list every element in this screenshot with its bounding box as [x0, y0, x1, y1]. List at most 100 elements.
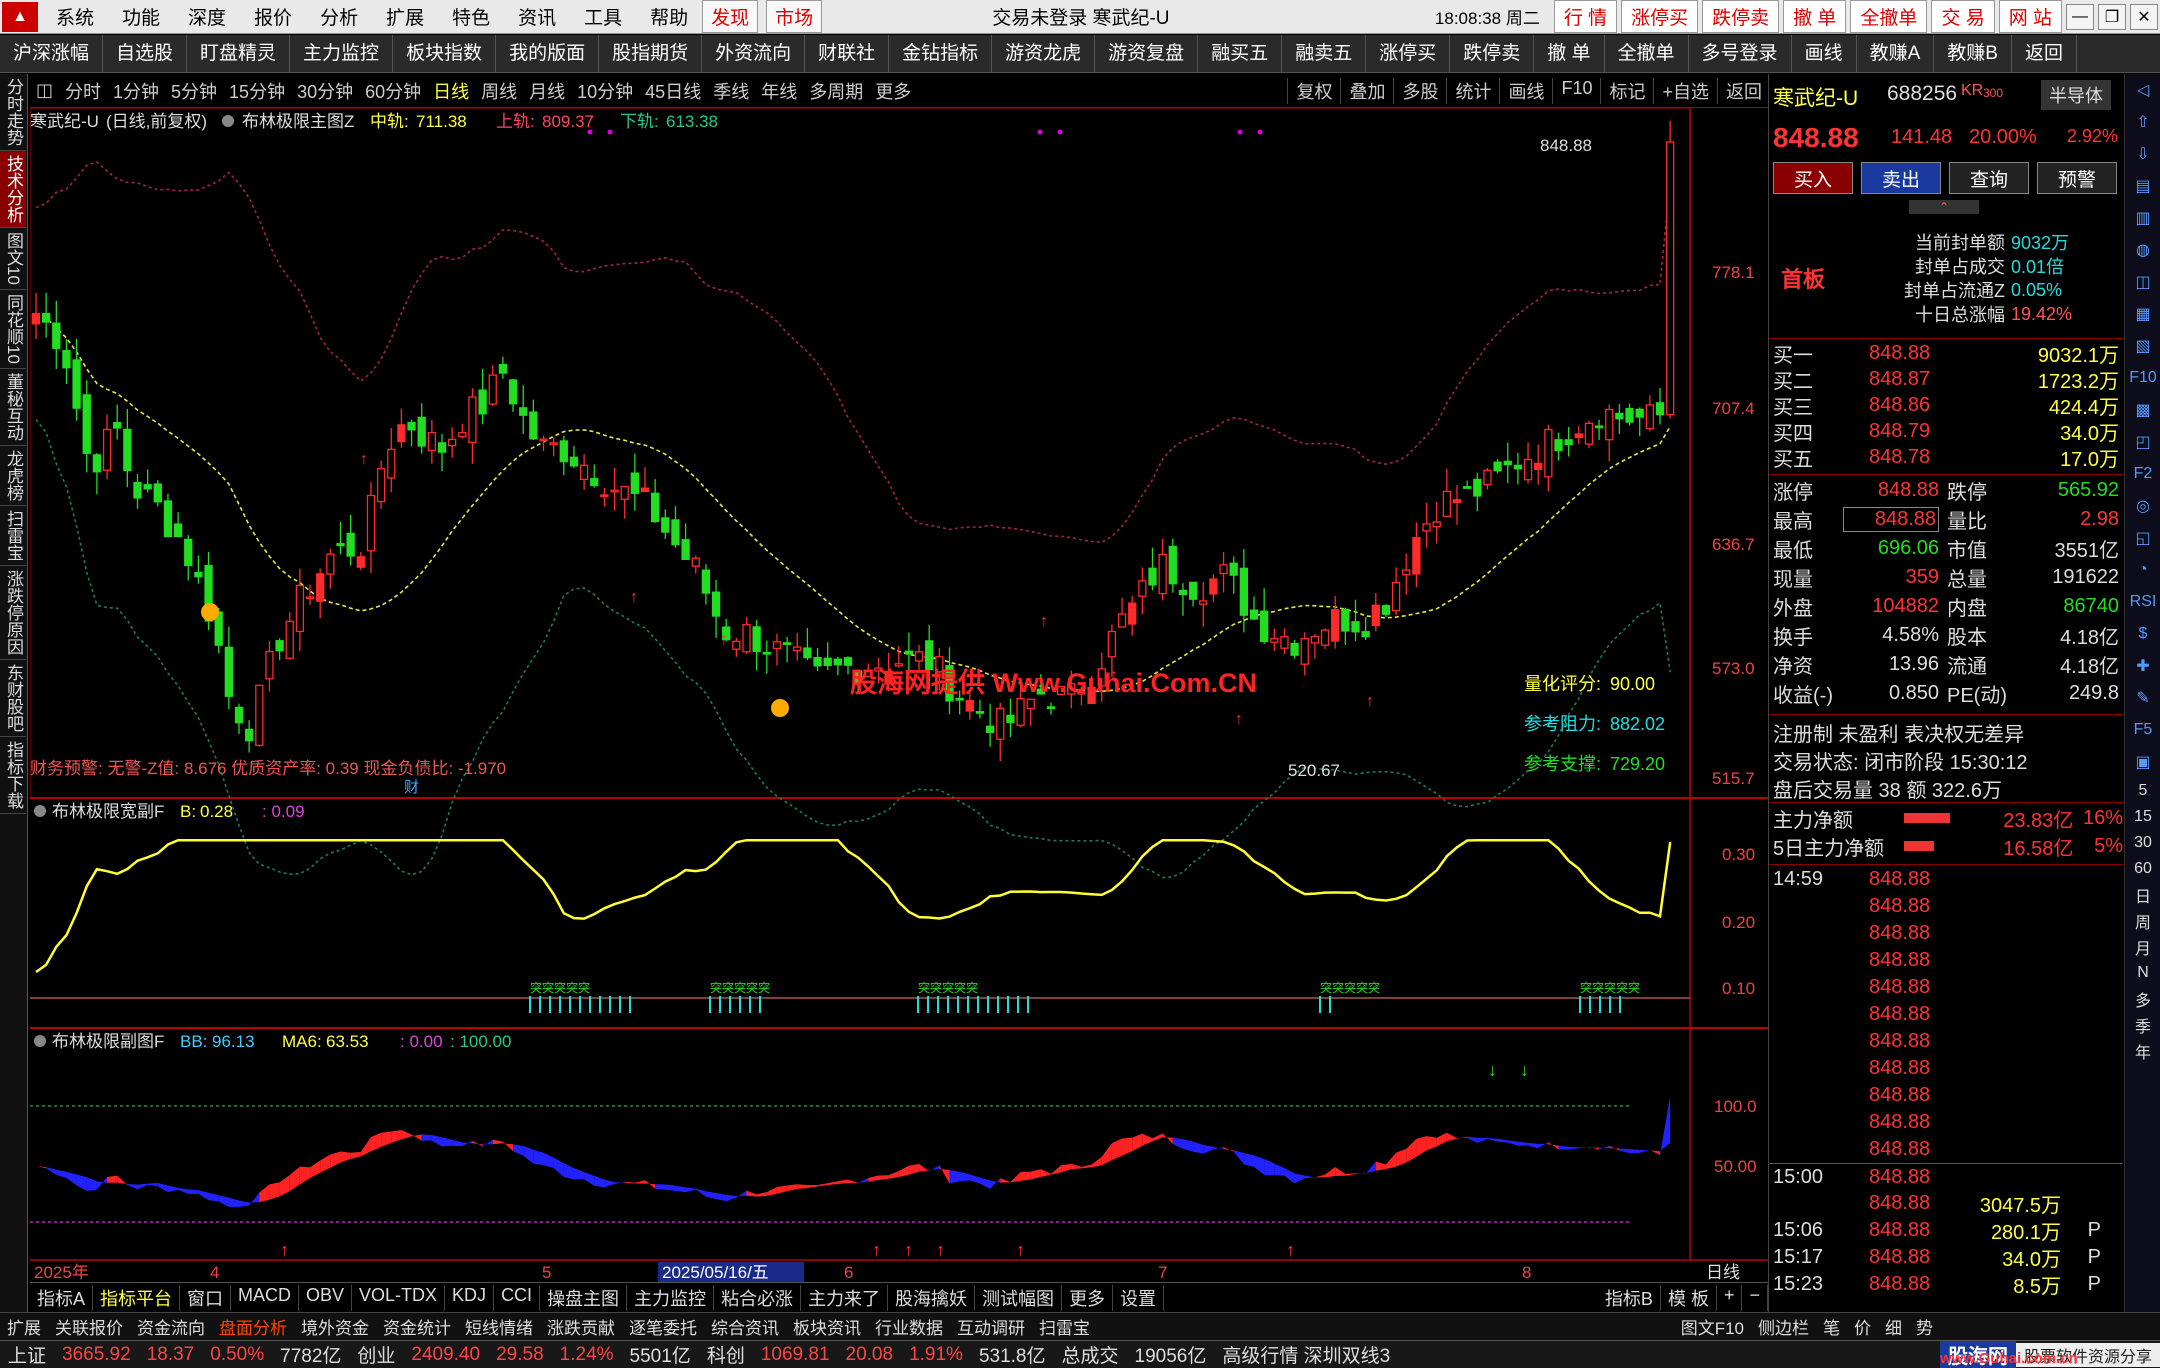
period-shortcut[interactable]: N	[2125, 960, 2160, 986]
discover-button[interactable]: 发现	[702, 0, 759, 33]
toolbar-button[interactable]: 涨停买	[1366, 35, 1451, 72]
period-shortcut[interactable]: 月	[2125, 934, 2160, 960]
period-shortcut[interactable]: 季	[2125, 1012, 2160, 1038]
toolbar-button[interactable]: 财联社	[805, 35, 890, 72]
period-tool-button[interactable]: 多股	[1393, 77, 1446, 104]
minimize-icon[interactable]: —	[2066, 3, 2094, 30]
period-tool-button[interactable]: 叠加	[1340, 77, 1393, 104]
link-item[interactable]: 盘面分析	[212, 1314, 294, 1339]
sidebar-tab[interactable]: 分时走势	[0, 74, 26, 151]
period-tab[interactable]: 5分钟	[165, 78, 223, 104]
menu-tools[interactable]: 工具	[570, 3, 636, 30]
toolbar-button[interactable]: 盯盘精灵	[187, 35, 291, 72]
chart-area[interactable]: ↑ ↑ ↑ ↑ ↑ ↑ ↑ 突突突突突 突突突突突 突突突突突 突突突突突 突突突突突 ↓ ↓ ↑ ↑ ↑ ↑…	[30, 108, 1768, 1282]
indicator-tab[interactable]: VOL-TDX	[352, 1284, 446, 1311]
indicator-tab[interactable]: 设置	[1113, 1284, 1165, 1311]
tool-icon[interactable]: ▦	[2125, 298, 2160, 330]
tool-icon[interactable]: $	[2125, 618, 2160, 650]
tool-icon[interactable]: F5	[2125, 714, 2160, 746]
limit-up-buy-button[interactable]: 涨停买	[1621, 0, 1699, 33]
period-tab[interactable]: 60分钟	[359, 78, 427, 104]
toolbar-button[interactable]: 融卖五	[1282, 35, 1367, 72]
link-item[interactable]: 板块资讯	[786, 1314, 868, 1339]
sidebar-tab[interactable]: 同花顺10	[0, 290, 26, 369]
collapse-icon[interactable]: ⌃	[1909, 200, 1979, 214]
sidebar-tab[interactable]: 技术分析	[0, 151, 26, 228]
period-tab[interactable]: 日线	[427, 78, 475, 104]
trade-button[interactable]: 交 易	[1931, 0, 1995, 33]
close-icon[interactable]: ✕	[2130, 3, 2158, 30]
sub1-toggle-icon[interactable]	[34, 805, 46, 817]
sector-badge[interactable]: 半导体	[2041, 80, 2111, 110]
indicator-tab[interactable]: 股海擒妖	[888, 1284, 976, 1311]
tool-icon[interactable]: ▤	[2125, 170, 2160, 202]
tool-icon[interactable]: ◔	[2125, 554, 2160, 586]
period-tab[interactable]: 30分钟	[291, 78, 359, 104]
tool-icon[interactable]: ✚	[2125, 650, 2160, 682]
sidebar-tab[interactable]: 东财股吧	[0, 660, 26, 737]
period-tab[interactable]: 更多	[869, 78, 917, 104]
link-item[interactable]: 扫雷宝	[1032, 1314, 1097, 1339]
period-tool-button[interactable]: +自选	[1653, 77, 1717, 104]
period-tool-button[interactable]: F10	[1552, 77, 1600, 104]
link-item[interactable]: 境外资金	[294, 1314, 376, 1339]
period-shortcut[interactable]: 5	[2125, 778, 2160, 804]
indicator-tab[interactable]: 指标平台	[93, 1284, 181, 1311]
period-tab[interactable]: 月线	[523, 78, 571, 104]
link-tool[interactable]: 价	[1847, 1314, 1878, 1339]
period-tab[interactable]: 1分钟	[107, 78, 165, 104]
indicator-tool-button[interactable]: −	[1742, 1284, 1768, 1311]
tool-icon[interactable]: ◫	[2125, 266, 2160, 298]
period-tool-button[interactable]: 复权	[1287, 77, 1340, 104]
menu-feature[interactable]: 特色	[438, 3, 504, 30]
link-item[interactable]: 扩展	[0, 1314, 48, 1339]
sidebar-tab[interactable]: 涨跌停原因	[0, 566, 26, 660]
menu-function[interactable]: 功能	[108, 3, 174, 30]
toolbar-button[interactable]: 主力监控	[290, 35, 394, 72]
menu-system[interactable]: 系统	[42, 3, 108, 30]
chart-toggle-icon[interactable]: ◫	[30, 80, 59, 101]
toolbar-button[interactable]: 自选股	[103, 35, 188, 72]
link-tool[interactable]: 细	[1878, 1314, 1909, 1339]
indicator-tab[interactable]: 主力监控	[627, 1284, 715, 1311]
sidebar-tab[interactable]: 董秘互动	[0, 369, 26, 446]
indicator-tab[interactable]: CCI	[494, 1284, 541, 1311]
tool-icon[interactable]: ⇧	[2125, 106, 2160, 138]
tool-icon[interactable]: ◱	[2125, 522, 2160, 554]
menu-depth[interactable]: 深度	[174, 3, 240, 30]
toolbar-button[interactable]: 游资龙虎	[992, 35, 1096, 72]
period-tool-button[interactable]: 返回	[1717, 77, 1770, 104]
period-tool-button[interactable]: 统计	[1446, 77, 1499, 104]
indicator-tab[interactable]: 窗口	[180, 1284, 232, 1311]
link-item[interactable]: 行业数据	[868, 1314, 950, 1339]
toolbar-button[interactable]: 融买五	[1198, 35, 1283, 72]
indicator-tab[interactable]: 指标A	[30, 1284, 94, 1311]
period-shortcut[interactable]: 30	[2125, 830, 2160, 856]
indicator-tool-button[interactable]: 指标B	[1598, 1284, 1661, 1311]
link-item[interactable]: 综合资讯	[704, 1314, 786, 1339]
sidebar-tab[interactable]: 图文10	[0, 228, 26, 290]
toolbar-button[interactable]: 画线	[1792, 35, 1857, 72]
period-tab[interactable]: 分时	[59, 78, 107, 104]
period-shortcut[interactable]: 日	[2125, 882, 2160, 908]
limit-down-sell-button[interactable]: 跌停卖	[1702, 0, 1780, 33]
tool-icon[interactable]: ▩	[2125, 394, 2160, 426]
toolbar-button[interactable]: 教赚A	[1857, 35, 1935, 72]
link-item[interactable]: 关联报价	[48, 1314, 130, 1339]
period-shortcut[interactable]: 15	[2125, 804, 2160, 830]
period-shortcut[interactable]: 周	[2125, 908, 2160, 934]
toolbar-button[interactable]: 游资复盘	[1095, 35, 1199, 72]
period-tool-button[interactable]: 画线	[1499, 77, 1552, 104]
app-logo[interactable]: ▲	[2, 1, 38, 32]
toolbar-button[interactable]: 教赚B	[1934, 35, 2012, 72]
menu-quote[interactable]: 报价	[240, 3, 306, 30]
indicator-tool-button[interactable]: +	[1717, 1284, 1743, 1311]
website-button[interactable]: 网 站	[1998, 0, 2062, 33]
indicator-tab[interactable]: OBV	[299, 1284, 353, 1311]
period-tab[interactable]: 45日线	[639, 78, 707, 104]
toolbar-button[interactable]: 外资流向	[702, 35, 806, 72]
menu-analysis[interactable]: 分析	[306, 3, 372, 30]
period-tab[interactable]: 10分钟	[571, 78, 639, 104]
period-tab[interactable]: 多周期	[803, 78, 869, 104]
indicator-tab[interactable]: 主力来了	[801, 1284, 889, 1311]
